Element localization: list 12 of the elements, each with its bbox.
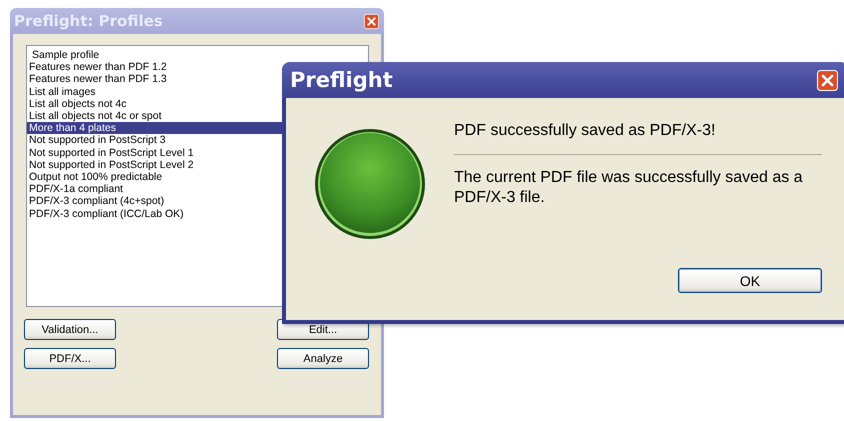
dialog-button[interactable]: PDF/X...	[24, 348, 116, 369]
dialog-heading: PDF successfully saved as PDF/X-3!	[454, 122, 716, 140]
ok-button[interactable]: OK	[678, 268, 822, 293]
window-title: Preflight	[290, 68, 393, 92]
dialog-button[interactable]: Analyze	[277, 348, 369, 369]
close-icon[interactable]	[364, 14, 379, 28]
dialog-button[interactable]: Validation...	[24, 319, 116, 340]
window-title: Preflight: Profiles	[14, 12, 163, 30]
status-light-icon	[314, 128, 426, 240]
profile-item[interactable]: Sample profile	[27, 49, 368, 62]
dialog-message: The current PDF file was successfully saved as a PDF/X-3 file.	[454, 168, 804, 208]
close-icon[interactable]	[817, 70, 838, 90]
